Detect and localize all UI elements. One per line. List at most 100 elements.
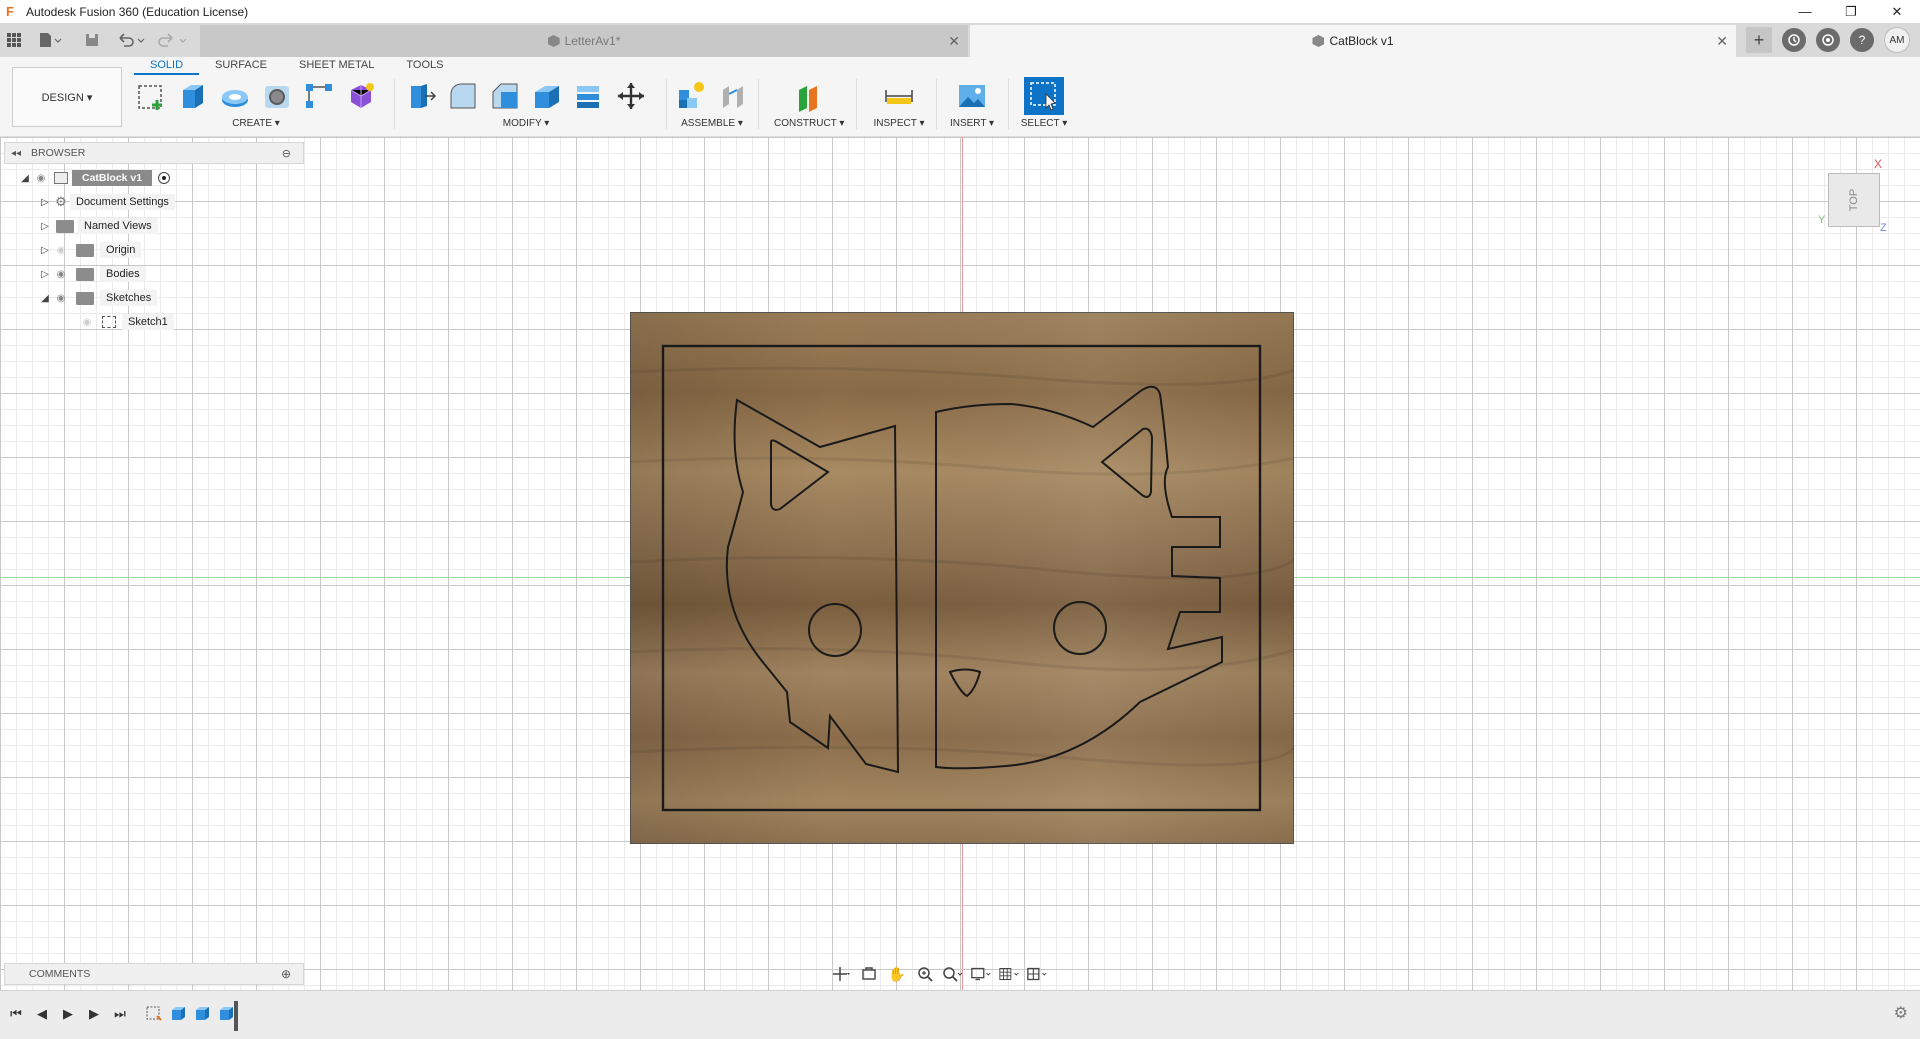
visibility-eye-icon[interactable]: ◉	[52, 293, 70, 304]
tree-item-origin[interactable]: ▷ ◉ Origin	[4, 238, 304, 262]
new-tab-button[interactable]: +	[1746, 27, 1772, 53]
tree-item-label: Named Views	[78, 218, 158, 234]
timeline-extrude-icon[interactable]	[192, 1003, 212, 1023]
add-comment-icon[interactable]: ⊕	[281, 967, 291, 981]
zoom-icon[interactable]	[914, 964, 936, 984]
close-window-button[interactable]: ✕	[1874, 0, 1920, 23]
offset-plane-icon[interactable]	[792, 79, 826, 113]
hidden-eye-icon[interactable]: ◉	[52, 245, 70, 256]
collapse-panel-icon[interactable]: ◂◂	[11, 148, 21, 159]
tree-item-document-settings[interactable]: ▷ ⚙ Document Settings	[4, 190, 304, 214]
catblock-body[interactable]	[630, 312, 1294, 844]
apps-grid-icon[interactable]	[6, 23, 22, 57]
assemble-menu-label[interactable]: ASSEMBLE ▾	[674, 118, 750, 129]
tree-item-sketches[interactable]: ◢ ◉ Sketches	[4, 286, 304, 310]
hole-icon[interactable]	[260, 79, 294, 113]
close-tab-icon[interactable]: ✕	[1716, 33, 1728, 50]
joint-icon[interactable]	[716, 79, 750, 113]
new-component-icon[interactable]	[674, 79, 708, 113]
browser-header[interactable]: ◂◂ BROWSER ⊖	[4, 142, 304, 164]
user-avatar[interactable]: AM	[1884, 27, 1910, 53]
go-to-start-icon[interactable]: ⏮	[8, 1005, 24, 1023]
expanded-icon[interactable]: ◢	[38, 293, 52, 304]
pan-hand-icon[interactable]: ✋	[886, 964, 908, 984]
sketch-icon	[102, 316, 116, 328]
job-status-icon[interactable]	[1782, 28, 1806, 52]
move-copy-icon[interactable]	[614, 79, 648, 113]
file-menu-icon[interactable]	[38, 23, 62, 57]
timeline-marker[interactable]	[234, 1001, 238, 1031]
expand-icon[interactable]: ◢	[18, 173, 32, 184]
expand-icon[interactable]: ▷	[38, 269, 52, 280]
create-form-icon[interactable]	[344, 79, 378, 113]
expand-icon[interactable]: ▷	[38, 245, 52, 256]
look-at-icon[interactable]	[858, 964, 880, 984]
select-menu-label[interactable]: SELECT ▾	[1018, 118, 1070, 129]
tree-root[interactable]: ◢ ◉ CatBlock v1	[4, 166, 304, 190]
browser-collapse-icon[interactable]: ⊖	[282, 147, 291, 160]
fillet-icon[interactable]	[446, 79, 480, 113]
revolve-icon[interactable]	[218, 79, 252, 113]
extrude-icon[interactable]	[176, 79, 210, 113]
insert-menu-label[interactable]: INSERT ▾	[946, 118, 998, 129]
viewports-icon[interactable]	[1026, 964, 1048, 984]
go-to-end-icon[interactable]: ⏭	[112, 1005, 128, 1023]
shell-icon[interactable]	[530, 79, 564, 113]
measure-icon[interactable]	[882, 79, 916, 113]
tab-lettera[interactable]: LetterAv1* ✕	[200, 25, 968, 57]
tab-sheet-metal[interactable]: SHEET METAL	[283, 57, 390, 75]
component-icon	[54, 172, 68, 184]
redo-icon[interactable]	[158, 23, 188, 57]
construct-menu-label[interactable]: CONSTRUCT ▾	[774, 118, 844, 129]
visibility-eye-icon[interactable]: ◉	[52, 269, 70, 280]
rectangular-pattern-icon[interactable]	[302, 79, 336, 113]
fit-zoom-icon[interactable]	[942, 964, 964, 984]
document-cube-icon	[1312, 35, 1325, 47]
tab-solid[interactable]: SOLID	[134, 57, 200, 75]
design-workspace-button[interactable]: DESIGN ▾	[12, 67, 122, 127]
inspect-menu-label[interactable]: INSPECT ▾	[868, 118, 930, 129]
chamfer-icon[interactable]	[488, 79, 522, 113]
grid-settings-icon[interactable]	[998, 964, 1020, 984]
help-icon[interactable]: ?	[1850, 28, 1874, 52]
select-group: SELECT ▾	[1018, 77, 1070, 133]
save-icon[interactable]	[84, 23, 100, 57]
undo-icon[interactable]	[116, 23, 146, 57]
expand-icon[interactable]: ▷	[38, 197, 52, 208]
tab-catblock[interactable]: CatBlock v1 ✕	[970, 25, 1736, 57]
timeline-sketch-icon[interactable]	[144, 1003, 164, 1023]
orbit-icon[interactable]	[830, 964, 852, 984]
folder-icon	[76, 267, 94, 281]
notifications-icon[interactable]	[1816, 28, 1840, 52]
select-icon[interactable]	[1024, 77, 1064, 115]
hidden-eye-icon[interactable]: ◉	[78, 317, 96, 328]
tab-surface[interactable]: SURFACE	[199, 57, 283, 75]
create-sketch-icon[interactable]	[134, 79, 168, 113]
timeline-extrude-icon[interactable]	[168, 1003, 188, 1023]
step-forward-icon[interactable]: ▶	[86, 1005, 102, 1023]
tree-item-named-views[interactable]: ▷ Named Views	[4, 214, 304, 238]
timeline-extrude-icon[interactable]	[216, 1003, 236, 1023]
tab-tools[interactable]: TOOLS	[390, 57, 459, 75]
insert-image-icon[interactable]	[955, 79, 989, 113]
step-back-icon[interactable]: ◀	[34, 1005, 50, 1023]
display-settings-icon[interactable]	[970, 964, 992, 984]
play-icon[interactable]: ▶	[60, 1005, 76, 1023]
comments-panel[interactable]: COMMENTS ⊕	[4, 963, 304, 985]
press-pull-icon[interactable]	[404, 79, 438, 113]
view-cube[interactable]: TOP	[1828, 173, 1880, 227]
visibility-eye-icon[interactable]: ◉	[32, 173, 50, 184]
combine-icon[interactable]	[572, 79, 606, 113]
restore-button[interactable]: ❐	[1828, 0, 1874, 23]
tree-item-label: Sketches	[100, 290, 158, 306]
window-controls: — ❐ ✕	[1782, 0, 1920, 23]
expand-icon[interactable]: ▷	[38, 221, 52, 232]
tree-item-bodies[interactable]: ▷ ◉ Bodies	[4, 262, 304, 286]
modify-menu-label[interactable]: MODIFY ▾	[404, 118, 648, 129]
settings-gear-icon[interactable]: ⚙	[1894, 1003, 1908, 1023]
activate-radio-icon[interactable]	[158, 172, 171, 184]
create-menu-label[interactable]: CREATE ▾	[134, 118, 378, 129]
close-tab-icon[interactable]: ✕	[948, 33, 960, 50]
tree-item-sketch1[interactable]: ◉ Sketch1	[4, 310, 304, 334]
minimize-button[interactable]: —	[1782, 0, 1828, 23]
